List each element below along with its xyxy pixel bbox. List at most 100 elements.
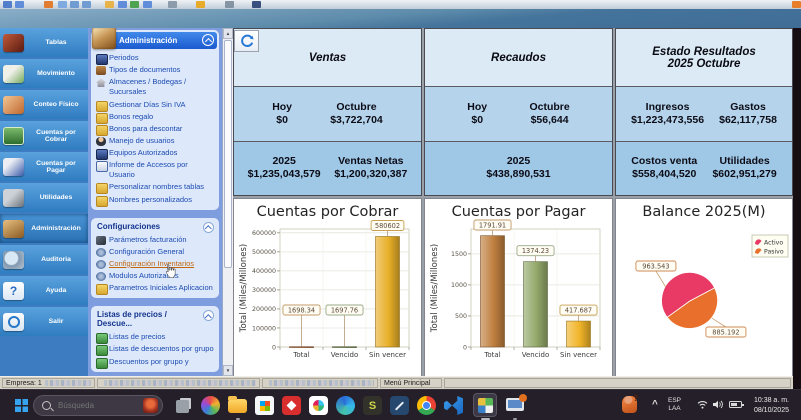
edge-icon[interactable] <box>336 396 355 415</box>
menu-group-header[interactable]: Configuraciones <box>93 220 217 234</box>
stat-label: 2025 <box>506 155 531 168</box>
svg-text:500000: 500000 <box>252 249 276 256</box>
refresh-button[interactable] <box>234 30 259 52</box>
magnifier-icon <box>3 250 24 269</box>
slack-icon[interactable] <box>309 396 328 415</box>
sidebar-item-label: Salir <box>48 318 64 325</box>
menu-item-manejo-de-usuarios[interactable]: Manejo de usuarios <box>93 135 217 147</box>
status-segment <box>262 378 378 388</box>
panel-estado-resultados: Estado Resultados 2025 Octubre Ingresos … <box>615 28 793 196</box>
menu-scrollbar[interactable] <box>222 28 233 376</box>
stat-cell: Costos venta $558,404,520 <box>631 155 697 181</box>
toolbar-icon-fragment <box>143 1 152 8</box>
svg-text:Vencido: Vencido <box>331 351 359 359</box>
charts-row: Cuentas por Cobrar 0 100000 200000 300000 400… <box>233 198 793 391</box>
color-wheel-app-icon[interactable] <box>201 396 220 415</box>
collapse-icon[interactable] <box>202 34 214 46</box>
sidebar-item-ayuda[interactable]: Ayuda <box>0 276 88 305</box>
menu-item-label: Listas de precios <box>109 332 166 342</box>
status-segment-menu: Menú Principal <box>380 378 442 388</box>
user-question-icon[interactable] <box>622 394 638 413</box>
menu-item-almacenes[interactable]: Almacenes / Bodegas / Sucursales <box>93 76 217 98</box>
scrollbar-thumb[interactable] <box>224 40 232 268</box>
taskbar-clock[interactable]: 10:38 a. m. 08/10/2025 <box>754 396 789 415</box>
chrome-icon[interactable] <box>417 396 436 415</box>
menu-item-personalizar-nombres-tablas[interactable]: Personalizar nombres tablas <box>93 181 217 195</box>
sidebar-item-cuentas-por-pagar[interactable]: Cuentas por Pagar <box>0 152 88 181</box>
svg-text:Total (Miles/Millones): Total (Miles/Millones) <box>430 244 440 333</box>
collapse-icon[interactable] <box>203 221 214 233</box>
clock-date: 08/10/2025 <box>753 406 789 414</box>
menu-item-configuracion-inventarios[interactable]: Configuración Inventarios <box>93 258 217 270</box>
window-right-edge <box>793 28 801 389</box>
menu-item-label: Descuentos por grupo y <box>109 356 189 366</box>
tray-expand-chevron[interactable]: ^ <box>652 399 658 410</box>
menu-group-administracion: Administración Periodos Tipos de documen… <box>91 28 219 210</box>
user-icon <box>96 136 106 146</box>
taskbar-search[interactable] <box>33 395 163 416</box>
menu-item-bonos-regalo[interactable]: Bonos regalo <box>93 111 217 124</box>
sidebar-item-auditoria[interactable]: Auditoria <box>0 245 88 274</box>
windows-start-icon[interactable] <box>15 399 28 412</box>
menu-item-listas-de-descuentos[interactable]: Listas de descuentos por grupo <box>93 343 217 357</box>
menu-item-parametros-iniciales[interactable]: Parametros Iniciales Aplicacion <box>93 282 217 296</box>
menu-group-header[interactable]: Listas de precios / Descue... <box>93 308 217 331</box>
svg-text:417.687: 417.687 <box>565 306 592 314</box>
sidebar-item-tablas[interactable]: Tablas <box>0 28 88 57</box>
sidebar-item-cuentas-por-cobrar[interactable]: Cuentas por Cobrar <box>0 121 88 150</box>
menu-item-informe-de-accesos[interactable]: Informe de Accesos por Usuario <box>93 159 217 181</box>
scroll-up-icon[interactable] <box>223 28 233 39</box>
toolbar-icon-fragment <box>105 1 114 8</box>
sidebar-item-movimiento[interactable]: Movimiento <box>0 59 88 88</box>
menu-item-equipos-autorizados[interactable]: Equipos Autorizados <box>93 147 217 160</box>
language-indicator[interactable]: ESP LAA <box>668 397 681 413</box>
menu-item-configuracion-general[interactable]: Configuración General <box>93 246 217 258</box>
file-explorer-icon[interactable] <box>228 396 247 413</box>
stat-cell: 2025 $1,235,043,579 <box>248 155 321 181</box>
stat-cell: Gastos $62,117,758 <box>719 101 777 127</box>
s-app-icon[interactable] <box>363 396 382 415</box>
sidebar-item-label: Cuentas por Pagar <box>36 159 76 174</box>
monitor-app-icon[interactable] <box>506 394 527 411</box>
task-view-icon[interactable] <box>176 400 189 413</box>
menu-item-bonos-para-descontar[interactable]: Bonos para descontar <box>93 123 217 136</box>
menu-group-header[interactable]: Administración <box>92 28 217 49</box>
toolbar-icons-strip <box>0 0 801 9</box>
menu-item-descuentos-por-grupo[interactable]: Descuentos por grupo y <box>93 356 217 369</box>
stat-value: $56,644 <box>530 113 569 126</box>
search-input[interactable] <box>56 400 132 411</box>
remote-app-icon[interactable] <box>282 396 301 415</box>
sidebar-item-conteo-fisico[interactable]: Conteo Físico <box>0 90 88 119</box>
wifi-icon <box>697 401 708 409</box>
sidebar-item-utilidades[interactable]: Utilidades <box>0 183 88 212</box>
menu-item-label: Configuración General <box>109 246 185 256</box>
chart-cuentas-por-cobrar: Cuentas por Cobrar 0 100000 200000 300000 400… <box>233 198 422 391</box>
money-icon <box>3 126 24 145</box>
panel-ventas: Ventas Hoy $0 Octubre $3,722,704 2025 $1… <box>233 28 422 196</box>
panel-title-line2: 2025 Octubre <box>667 57 741 70</box>
sidebar-item-administracion[interactable]: Administración <box>0 214 88 243</box>
collapse-icon[interactable] <box>203 310 214 322</box>
menu-item-tipos-de-documentos[interactable]: Tipos de documentos <box>93 64 217 76</box>
menu-item-gestionar-dias-sin-iva[interactable]: Gestionar Días Sin IVA <box>93 99 217 112</box>
menu-item-parametros-facturacion[interactable]: Parámetros facturación <box>93 234 217 246</box>
sidebar-item-label: Utilidades <box>39 194 73 201</box>
menu-item-listas-de-precios[interactable]: Listas de precios <box>93 331 217 345</box>
system-tray[interactable] <box>697 400 744 409</box>
sidebar-item-salir[interactable]: Salir <box>0 307 88 336</box>
scroll-down-icon[interactable] <box>223 365 233 376</box>
menu-item-nombres-personalizados[interactable]: Nombres personalizados <box>93 194 217 207</box>
box-3d-icon <box>92 28 116 49</box>
microsoft-store-icon[interactable] <box>255 396 274 415</box>
menu-item-modulos-autorizados[interactable]: Modulos Autorizados <box>93 270 217 282</box>
menu-item-periodos[interactable]: Periodos <box>93 52 217 65</box>
erp-app-taskbar-icon[interactable] <box>473 393 497 417</box>
hand-icon <box>3 95 24 114</box>
vscode-icon[interactable] <box>444 396 463 415</box>
svg-text:1000: 1000 <box>451 282 467 289</box>
svg-text:300000: 300000 <box>252 287 276 294</box>
toolbar-icon-fragment <box>792 1 801 8</box>
redacted-text <box>44 380 91 386</box>
dev-tool-icon[interactable] <box>390 396 409 415</box>
svg-text:1374.23: 1374.23 <box>522 247 549 255</box>
